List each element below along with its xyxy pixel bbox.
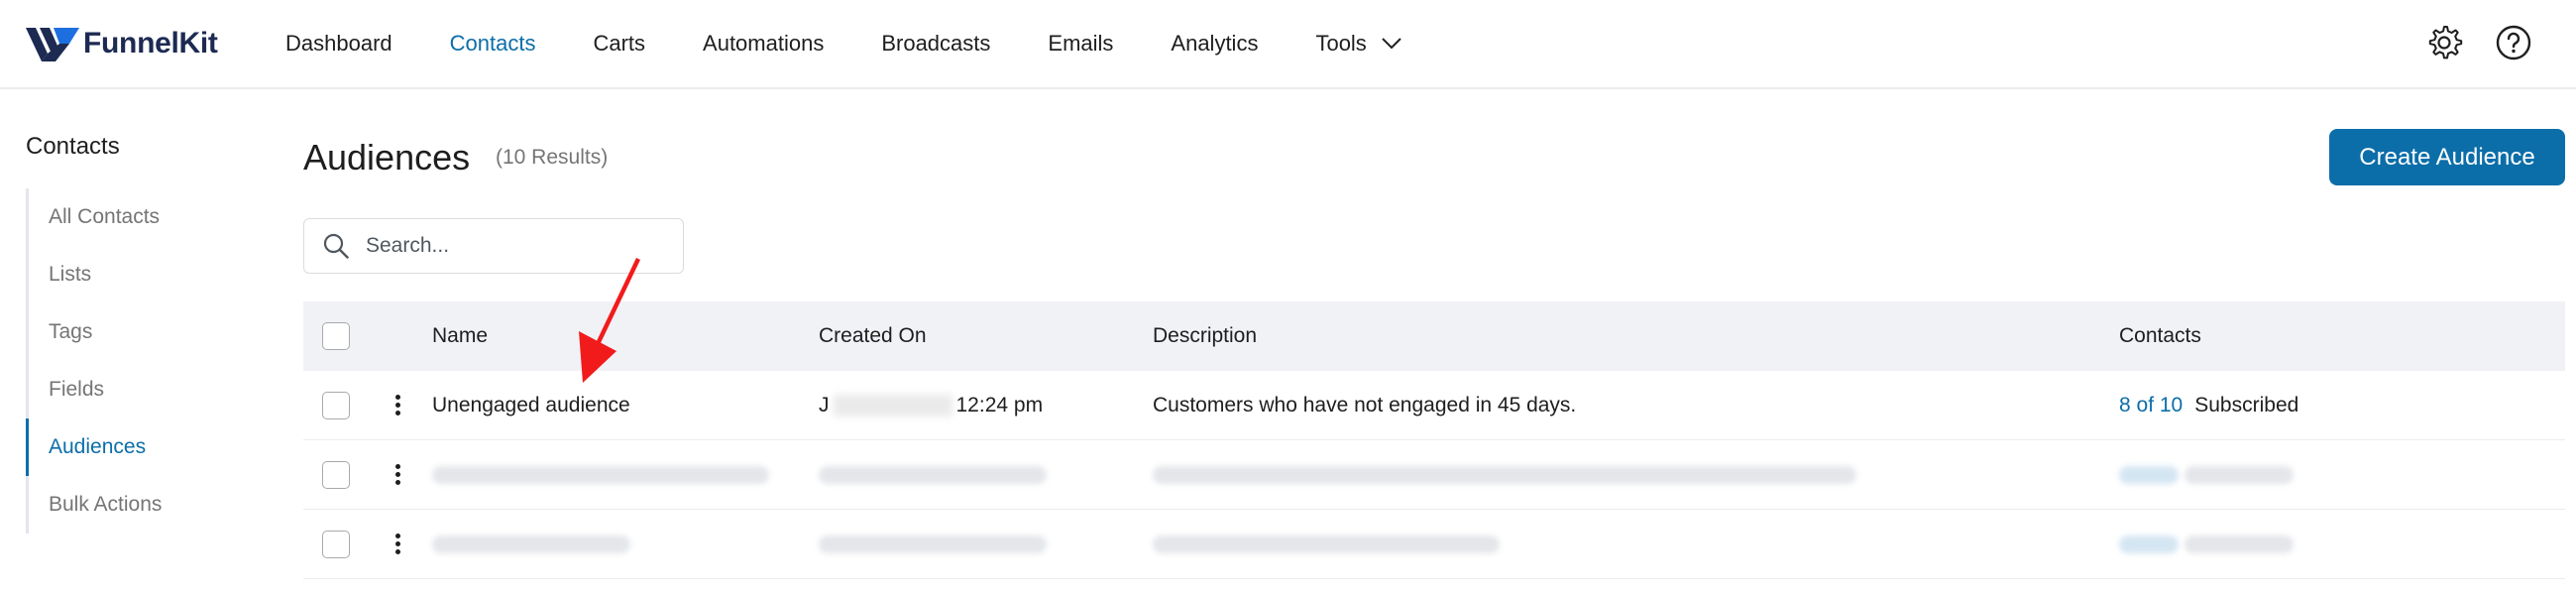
redacted-date	[833, 394, 952, 416]
page-title: Audiences	[303, 137, 471, 178]
table-row	[303, 440, 2565, 510]
gear-icon	[2428, 26, 2463, 59]
nav-analytics[interactable]: Analytics	[1171, 31, 1258, 57]
contacts-status: Subscribed	[2194, 393, 2299, 416]
audience-created-on: J 12:24 pm	[819, 394, 1153, 417]
sidebar-item-all-contacts[interactable]: All Contacts	[29, 188, 254, 246]
blurred-status	[2184, 535, 2294, 553]
chevron-down-icon	[1382, 38, 1401, 50]
nav-tools[interactable]: Tools	[1315, 31, 1401, 57]
row-actions-menu-icon[interactable]	[394, 394, 400, 417]
sidebar-title: Contacts	[26, 133, 120, 160]
result-count: (10 Results)	[496, 146, 609, 169]
column-header-description: Description	[1153, 324, 1258, 347]
help-icon	[2496, 25, 2531, 60]
nav-label: Contacts	[449, 31, 536, 56]
nav-automations[interactable]: Automations	[703, 31, 824, 57]
brand-logo[interactable]: FunnelKit	[26, 20, 218, 67]
main-nav: Dashboard Contacts Carts Automations Bro…	[285, 0, 1460, 87]
blurred-description	[1153, 465, 1856, 484]
row-checkbox[interactable]	[322, 460, 350, 489]
blurred-count	[2119, 465, 2179, 484]
nav-carts[interactable]: Carts	[593, 31, 645, 57]
sidebar-item-bulk-actions[interactable]: Bulk Actions	[29, 476, 254, 534]
audience-name[interactable]: Unengaged audience	[426, 394, 819, 417]
nav-label: Automations	[703, 31, 825, 56]
contacts-count-link[interactable]: 8 of 10	[2119, 394, 2183, 416]
sidebar-item-tags[interactable]: Tags	[29, 303, 254, 361]
row-actions-menu-icon[interactable]	[394, 533, 400, 556]
nav-label: Carts	[593, 31, 646, 56]
help-button[interactable]	[2493, 22, 2534, 63]
brand-name: FunnelKit	[83, 27, 218, 59]
table-row	[303, 510, 2565, 579]
created-time: 12:24 pm	[955, 393, 1044, 416]
nav-label: Broadcasts	[881, 31, 991, 56]
search-icon	[323, 233, 349, 259]
nav-broadcasts[interactable]: Broadcasts	[881, 31, 990, 57]
annotation-arrow-icon	[579, 258, 640, 383]
nav-label: Tools	[1315, 31, 1367, 56]
column-header-contacts: Contacts	[2119, 324, 2201, 347]
blurred-status	[2184, 465, 2294, 484]
sidebar-menu: All Contacts Lists Tags Fields Audiences…	[26, 188, 254, 534]
nav-dashboard[interactable]: Dashboard	[285, 31, 392, 57]
nav-label: Emails	[1048, 31, 1114, 56]
blurred-date	[819, 465, 1047, 484]
nav-contacts[interactable]: Contacts	[450, 31, 536, 57]
created-date-prefix: J	[819, 393, 830, 416]
nav-label: Analytics	[1171, 31, 1259, 56]
row-checkbox[interactable]	[322, 391, 350, 419]
sidebar-item-fields[interactable]: Fields	[29, 361, 254, 418]
create-audience-button[interactable]: Create Audience	[2329, 129, 2565, 185]
blurred-name	[432, 535, 630, 553]
blurred-date	[819, 535, 1047, 553]
nav-emails[interactable]: Emails	[1048, 31, 1113, 57]
select-all-checkbox[interactable]	[322, 322, 350, 350]
top-navigation-bar: FunnelKit Dashboard Contacts Carts Autom…	[0, 0, 2576, 89]
blurred-description	[1153, 535, 1500, 553]
sidebar-item-lists[interactable]: Lists	[29, 246, 254, 303]
search-input[interactable]	[366, 234, 663, 258]
column-header-created-on[interactable]: Created On	[819, 324, 1153, 348]
audience-description: Customers who have not engaged in 45 day…	[1153, 393, 1577, 416]
row-actions-menu-icon[interactable]	[394, 463, 400, 487]
row-checkbox[interactable]	[322, 530, 350, 558]
blurred-name	[432, 465, 769, 484]
audience-contacts: 8 of 10 Subscribed	[2119, 394, 2565, 417]
contacts-sidebar: Contacts All Contacts Lists Tags Fields …	[26, 133, 254, 534]
nav-label: Dashboard	[285, 31, 392, 56]
funnelkit-logo-icon	[26, 28, 79, 61]
sidebar-item-audiences[interactable]: Audiences	[26, 418, 254, 476]
blurred-count	[2119, 535, 2179, 553]
settings-button[interactable]	[2423, 22, 2465, 63]
